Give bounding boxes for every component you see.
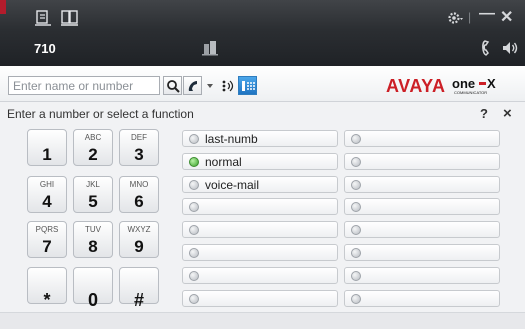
function-button-last-numb[interactable]: last-numb <box>182 130 338 147</box>
search-icon[interactable] <box>163 76 182 95</box>
key-4[interactable]: GHI 4 <box>27 176 67 213</box>
key-7[interactable]: PQRS 7 <box>27 221 67 258</box>
close-panel-icon[interactable]: × <box>503 105 512 122</box>
status-bar <box>0 312 525 329</box>
buildings-icon <box>200 38 220 58</box>
function-button[interactable] <box>344 153 500 170</box>
function-button[interactable] <box>182 221 338 238</box>
status-led-icon <box>351 157 361 167</box>
key-1[interactable]: 1 <box>27 129 67 166</box>
key-hash[interactable]: # <box>119 267 159 310</box>
status-led-icon <box>351 248 361 258</box>
extension-number: 710 <box>34 41 56 56</box>
function-button[interactable] <box>182 290 338 307</box>
key-6[interactable]: MNO 6 <box>119 176 159 213</box>
key-9[interactable]: WXYZ 9 <box>119 221 159 258</box>
app-window: 710 | — ✕ AVAY <box>0 0 525 329</box>
svg-text:X: X <box>487 76 496 91</box>
status-led-icon <box>189 134 199 144</box>
status-led-icon <box>189 202 199 212</box>
conference-icon[interactable] <box>218 76 237 95</box>
window-accent <box>0 0 6 14</box>
search-input[interactable] <box>8 76 160 95</box>
function-button-normal[interactable]: normal <box>182 153 338 170</box>
function-button[interactable] <box>182 244 338 261</box>
function-button[interactable] <box>182 267 338 284</box>
minimize-icon[interactable]: — <box>479 5 495 23</box>
title-bar: 710 | — ✕ <box>0 0 525 66</box>
status-led-icon <box>351 134 361 144</box>
phone-handset-icon[interactable] <box>478 38 498 58</box>
speaker-icon[interactable] <box>500 38 520 58</box>
function-button[interactable] <box>344 130 500 147</box>
key-2[interactable]: ABC 2 <box>73 129 113 166</box>
one-x-logo: one X COMMUNICATOR <box>452 76 496 95</box>
key-star[interactable]: * <box>27 267 67 310</box>
status-led-icon <box>351 294 361 304</box>
contacts-icon[interactable] <box>34 8 54 28</box>
key-3[interactable]: DEF 3 <box>119 129 159 166</box>
status-led-icon <box>189 248 199 258</box>
function-button[interactable] <box>344 244 500 261</box>
status-led-icon <box>189 225 199 235</box>
status-led-icon <box>351 202 361 212</box>
status-led-icon <box>351 225 361 235</box>
function-button[interactable] <box>344 176 500 193</box>
status-led-icon <box>351 271 361 281</box>
svg-text:COMMUNICATOR: COMMUNICATOR <box>454 90 487 95</box>
status-led-icon <box>351 180 361 190</box>
function-button[interactable] <box>344 267 500 284</box>
function-button[interactable] <box>344 221 500 238</box>
key-8[interactable]: TUV 8 <box>73 221 113 258</box>
help-button[interactable]: ? <box>480 106 488 121</box>
status-led-icon <box>189 271 199 281</box>
dialpad-icon[interactable] <box>238 76 257 95</box>
function-button[interactable] <box>344 198 500 215</box>
status-led-icon <box>189 180 199 190</box>
close-icon[interactable]: ✕ <box>500 7 513 27</box>
call-dropdown-icon[interactable] <box>203 76 217 95</box>
function-button-voice-mail[interactable]: voice-mail <box>182 176 338 193</box>
gear-icon[interactable] <box>445 8 465 28</box>
search-toolbar <box>0 66 525 102</box>
function-button[interactable] <box>344 290 500 307</box>
dialpad-prompt: Enter a number or select a function <box>7 107 194 121</box>
avaya-logo: AVAYA <box>386 76 446 96</box>
call-icon[interactable] <box>183 76 202 95</box>
directory-icon[interactable] <box>60 8 80 28</box>
function-button[interactable] <box>182 198 338 215</box>
key-0[interactable]: 0 <box>73 267 113 310</box>
svg-text:one: one <box>452 76 475 91</box>
title-divider: | <box>468 10 472 24</box>
key-5[interactable]: JKL 5 <box>73 176 113 213</box>
status-led-icon <box>189 157 199 167</box>
status-led-icon <box>189 294 199 304</box>
